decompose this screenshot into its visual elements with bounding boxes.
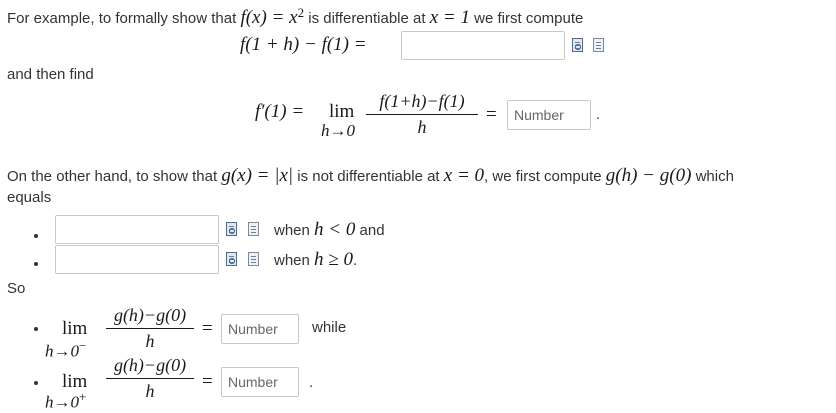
formula-preview-icon[interactable] <box>572 38 583 52</box>
case-1-post: and <box>359 222 385 239</box>
eq1-lhs: f(1 + h) − f(1) = <box>240 34 367 55</box>
limit-2-denominator: h <box>145 381 155 401</box>
formula-help-icon[interactable] <box>593 38 604 52</box>
eq2-denominator: h <box>417 117 427 137</box>
other-mid: is not differentiable at <box>297 168 440 185</box>
intro-mid: is differentiable at <box>308 10 426 27</box>
case-2-text: when h ≥ 0. <box>274 249 357 271</box>
intro-line: For example, to formally show that f(x) … <box>7 5 583 29</box>
case-1-pre: when <box>274 222 310 239</box>
formula-help-icon[interactable] <box>248 222 259 236</box>
limit-1-denominator: h <box>145 331 155 351</box>
eq2-lim-subscript: h→0 <box>321 121 355 140</box>
intro-function: f(x) = x <box>240 7 298 28</box>
limit-2-sub: h→0+ <box>45 389 86 413</box>
so-text: So <box>7 280 26 297</box>
case-negative-input[interactable] <box>55 215 219 244</box>
case-bullet-2 <box>34 262 38 266</box>
limit-2-numerator: g(h)−g(0) <box>113 355 187 375</box>
formula-preview-icon[interactable] <box>226 252 237 266</box>
then-find-text: and then find <box>7 66 94 83</box>
case-1-condition: h < 0 <box>314 219 356 240</box>
eq2-equals: = <box>486 104 497 125</box>
case-2-pre: when <box>274 252 310 269</box>
eq1-answer-input[interactable] <box>401 31 565 60</box>
eq2-end-period: . <box>596 106 601 123</box>
intro-exponent: 2 <box>297 5 305 20</box>
eq2-fraction: f(1+h)−f(1) h <box>366 91 478 138</box>
intro-lead: For example, to formally show that <box>7 10 237 27</box>
eq2-lhs: f′(1) = <box>255 101 305 122</box>
formula-preview-icon[interactable] <box>226 222 237 236</box>
eq2-numerator: f(1+h)−f(1) <box>379 91 465 111</box>
limit-right-number-input[interactable] <box>221 367 299 397</box>
limit-2-fraction-bar <box>106 378 194 379</box>
other-line2: equals <box>7 189 52 206</box>
limit-1-after: while <box>312 319 347 336</box>
formula-help-icon[interactable] <box>248 252 259 266</box>
limit-1-equals: = <box>202 318 213 339</box>
case-bullet-1 <box>34 234 38 238</box>
limit-bullet-2 <box>34 381 38 385</box>
other-line: On the other hand, to show that g(x) = |… <box>7 165 734 187</box>
case-2-post: . <box>352 252 358 269</box>
other-tail1: , we first compute <box>484 168 602 185</box>
limit-1-sub: h→0− <box>45 338 86 362</box>
limit-bullet-1 <box>34 327 38 331</box>
limit-left-number-input[interactable] <box>221 314 299 344</box>
eq2-fraction-bar <box>366 114 478 115</box>
other-lead: On the other hand, to show that <box>7 168 218 185</box>
limit-2-side: + <box>79 389 87 404</box>
limit-1-numerator: g(h)−g(0) <box>113 305 187 325</box>
limit-1-fraction-bar <box>106 328 194 329</box>
other-tail2: which <box>695 168 734 185</box>
eq2-number-input[interactable] <box>507 100 591 130</box>
limit-2-equals: = <box>202 371 213 392</box>
case-2-condition: h ≥ 0 <box>314 249 353 270</box>
other-expr: g(h) − g(0) <box>605 165 692 186</box>
limit-2-fraction: g(h)−g(0) h <box>106 355 194 402</box>
case-1-text: when h < 0 and <box>274 219 385 241</box>
limit-1-side: − <box>79 338 87 353</box>
limit-2-subscript: h→0 <box>45 392 79 412</box>
other-function: g(x) = |x| <box>221 165 294 186</box>
limit-1-subscript: h→0 <box>45 341 79 361</box>
limit-2-after: . <box>309 374 314 391</box>
case-nonnegative-input[interactable] <box>55 245 219 274</box>
eq2-lim: lim <box>329 101 355 122</box>
intro-point: x = 1 <box>429 7 470 28</box>
limit-1-fraction: g(h)−g(0) h <box>106 305 194 352</box>
other-point: x = 0 <box>443 165 485 186</box>
intro-tail: we first compute <box>474 10 584 27</box>
limit-1-lim: lim <box>62 318 88 339</box>
